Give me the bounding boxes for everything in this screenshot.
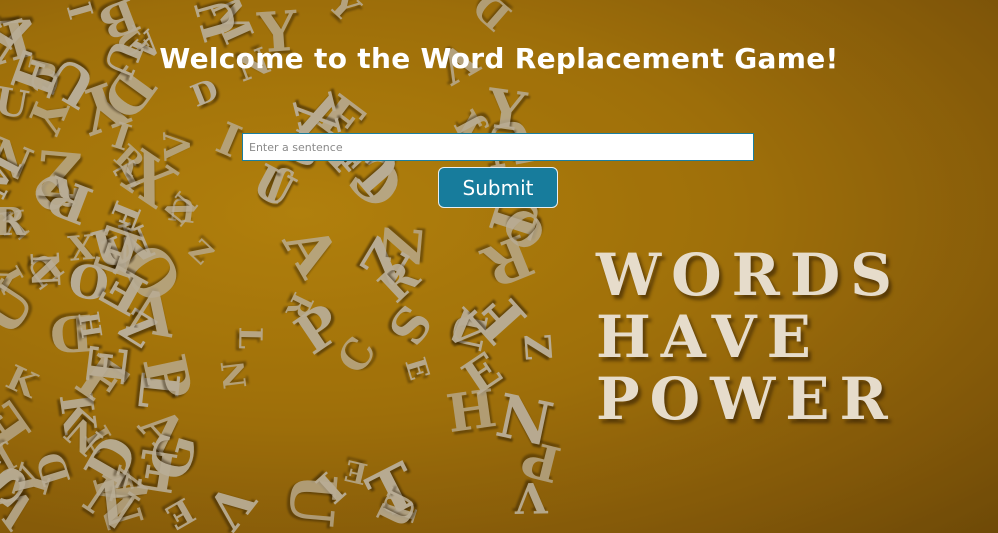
main-content: Welcome to the Word Replacement Game! Su… (0, 0, 998, 533)
sentence-input[interactable] (242, 133, 754, 161)
submit-button[interactable]: Submit (438, 167, 558, 208)
page-title: Welcome to the Word Replacement Game! (159, 42, 839, 75)
